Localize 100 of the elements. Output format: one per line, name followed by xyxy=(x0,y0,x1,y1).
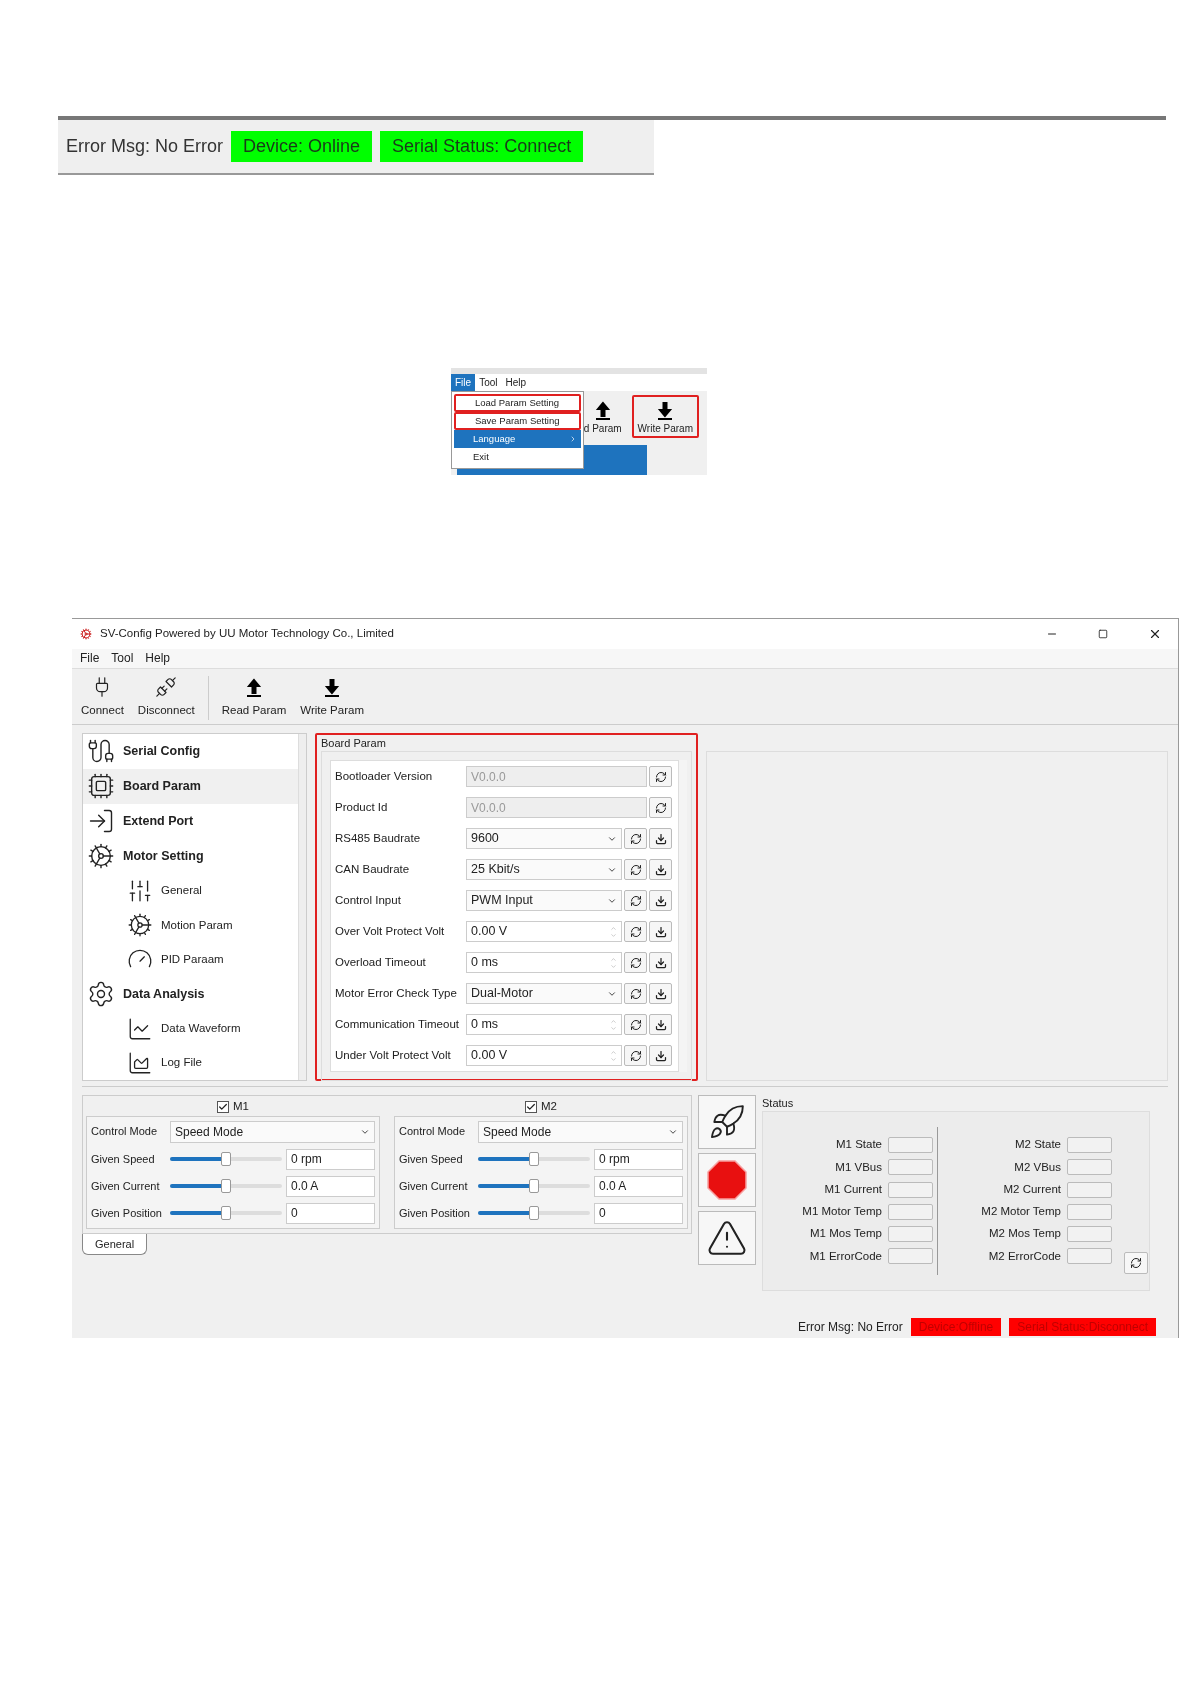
write-button[interactable] xyxy=(649,983,672,1005)
dropdown[interactable]: 9600 xyxy=(466,828,622,850)
param-label: Communication Timeout xyxy=(335,1017,460,1033)
toolbar-button[interactable]: Read Param xyxy=(216,678,292,720)
menu-option[interactable]: Load Param Setting xyxy=(454,394,581,412)
status-label: M2 Motor Temp xyxy=(981,1204,1061,1220)
menu-item[interactable]: Help xyxy=(501,374,531,391)
motor-checkbox[interactable] xyxy=(525,1100,537,1113)
toolbar-button[interactable]: Disconnect xyxy=(132,676,200,720)
menu-option[interactable]: Exit xyxy=(454,448,581,466)
scrollbar[interactable] xyxy=(298,733,306,1080)
spin-field[interactable]: 0 ms xyxy=(466,952,622,974)
status-field xyxy=(1067,1226,1112,1243)
value-field[interactable]: 0 rpm xyxy=(286,1148,375,1170)
spinner-icon xyxy=(610,1048,617,1063)
sidebar-subitem[interactable]: Motion Param xyxy=(83,908,298,943)
param-label: Bootloader Version xyxy=(335,769,434,785)
spin-field[interactable]: 0.00 V xyxy=(466,1045,622,1067)
sidebar-item[interactable]: Motor Setting xyxy=(83,838,298,875)
refresh-button[interactable] xyxy=(624,890,647,912)
menu-item[interactable]: File xyxy=(451,374,476,391)
maximize-icon[interactable] xyxy=(1098,628,1108,639)
refresh-button[interactable] xyxy=(624,1045,647,1067)
refresh-icon xyxy=(1130,1256,1142,1269)
value-field[interactable]: 0 xyxy=(286,1202,375,1224)
dropdown[interactable]: Dual-Motor xyxy=(466,983,622,1005)
value-field[interactable]: 0 xyxy=(594,1202,683,1224)
sidebar-subitem[interactable]: Log File xyxy=(83,1045,298,1080)
slider-thumb[interactable] xyxy=(529,1179,539,1194)
status-field xyxy=(1067,1248,1112,1265)
write-button[interactable] xyxy=(649,828,672,850)
menu-option[interactable]: Save Param Setting xyxy=(454,412,581,430)
bottom-tab[interactable]: General xyxy=(82,1233,148,1256)
status-field xyxy=(888,1137,933,1154)
sidebar-item[interactable]: Serial Config xyxy=(83,733,298,769)
start-button[interactable] xyxy=(698,1094,756,1149)
spin-field[interactable]: 0 ms xyxy=(466,1014,622,1036)
write-button[interactable] xyxy=(649,1045,672,1067)
refresh-button[interactable] xyxy=(624,921,647,943)
value-field[interactable]: 0 rpm xyxy=(594,1148,683,1170)
write-button[interactable] xyxy=(649,952,672,974)
value-field[interactable]: 0.0 A xyxy=(594,1175,683,1197)
refresh-icon xyxy=(654,801,667,814)
menu-option[interactable]: Language xyxy=(454,430,581,448)
slider-thumb[interactable] xyxy=(221,1179,231,1194)
group-title: Board Param xyxy=(321,735,387,751)
write-button[interactable] xyxy=(649,921,672,943)
toolbar-button[interactable]: Write Param xyxy=(631,395,699,438)
download-icon xyxy=(656,401,675,421)
param-label: Overload Timeout xyxy=(335,955,427,971)
status-label: M2 Mos Temp xyxy=(989,1226,1061,1242)
scrollbar[interactable] xyxy=(679,760,687,1073)
dropdown[interactable]: Speed Mode xyxy=(478,1120,683,1143)
value-field[interactable]: 0.0 A xyxy=(286,1175,375,1197)
refresh-button[interactable] xyxy=(1124,1251,1148,1274)
menu-item[interactable]: Tool xyxy=(111,649,134,668)
sidebar-subitem[interactable]: General xyxy=(83,874,298,909)
menu-item[interactable]: Tool xyxy=(475,374,502,391)
write-button[interactable] xyxy=(649,859,672,881)
status-field xyxy=(1067,1137,1112,1154)
menu-item[interactable]: File xyxy=(80,649,100,668)
slider-thumb[interactable] xyxy=(221,1152,231,1167)
warning-button[interactable] xyxy=(698,1210,756,1265)
param-label: RS485 Baudrate xyxy=(335,831,422,847)
unplug-icon xyxy=(155,676,178,699)
refresh-button[interactable] xyxy=(624,828,647,850)
download-icon xyxy=(654,925,667,938)
sidebar-subitem[interactable]: Data Waveform xyxy=(83,1011,298,1046)
toolbar-button[interactable]: Connect xyxy=(76,676,129,720)
refresh-icon xyxy=(629,1049,642,1062)
param-label: Over Volt Protect Volt xyxy=(335,924,446,940)
menu-item[interactable]: Help xyxy=(145,649,171,668)
sidebar-icon xyxy=(87,772,115,801)
dropdown[interactable]: 25 Kbit/s xyxy=(466,859,622,881)
write-button[interactable] xyxy=(649,890,672,912)
write-button[interactable] xyxy=(649,1014,672,1036)
dropdown[interactable]: Speed Mode xyxy=(170,1120,375,1143)
slider-thumb[interactable] xyxy=(529,1206,539,1221)
error-message: Error Msg: No Error xyxy=(798,1319,903,1337)
refresh-button[interactable] xyxy=(649,766,672,788)
motor-checkbox[interactable] xyxy=(217,1100,229,1113)
slider-thumb[interactable] xyxy=(529,1152,539,1167)
refresh-icon xyxy=(629,863,642,876)
refresh-button[interactable] xyxy=(624,983,647,1005)
refresh-button[interactable] xyxy=(649,797,672,819)
refresh-button[interactable] xyxy=(624,1014,647,1036)
stop-button[interactable] xyxy=(698,1152,756,1207)
sidebar-subitem[interactable]: PID Paraam xyxy=(83,942,298,977)
sidebar-item[interactable]: Extend Port xyxy=(83,803,298,839)
serial-status: Serial Status:Disconnect xyxy=(1009,1318,1156,1337)
slider-thumb[interactable] xyxy=(221,1206,231,1221)
spinner-icon xyxy=(610,924,617,939)
spin-field[interactable]: 0.00 V xyxy=(466,921,622,943)
sidebar-item[interactable]: Data Analysis xyxy=(83,976,298,1012)
dropdown[interactable]: PWM Input xyxy=(466,890,622,912)
status-label: M2 ErrorCode xyxy=(988,1248,1061,1264)
toolbar-button[interactable]: Write Param xyxy=(295,678,369,720)
sidebar-item[interactable]: Board Param xyxy=(83,768,298,804)
refresh-button[interactable] xyxy=(624,952,647,974)
refresh-button[interactable] xyxy=(624,859,647,881)
